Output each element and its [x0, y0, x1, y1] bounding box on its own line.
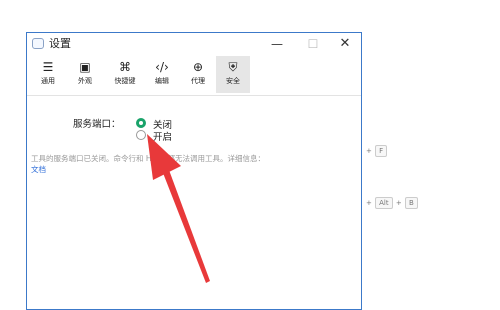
arrow-head: [147, 134, 181, 180]
annotation-arrow: [147, 134, 210, 283]
arrow-shaft: [163, 170, 210, 283]
